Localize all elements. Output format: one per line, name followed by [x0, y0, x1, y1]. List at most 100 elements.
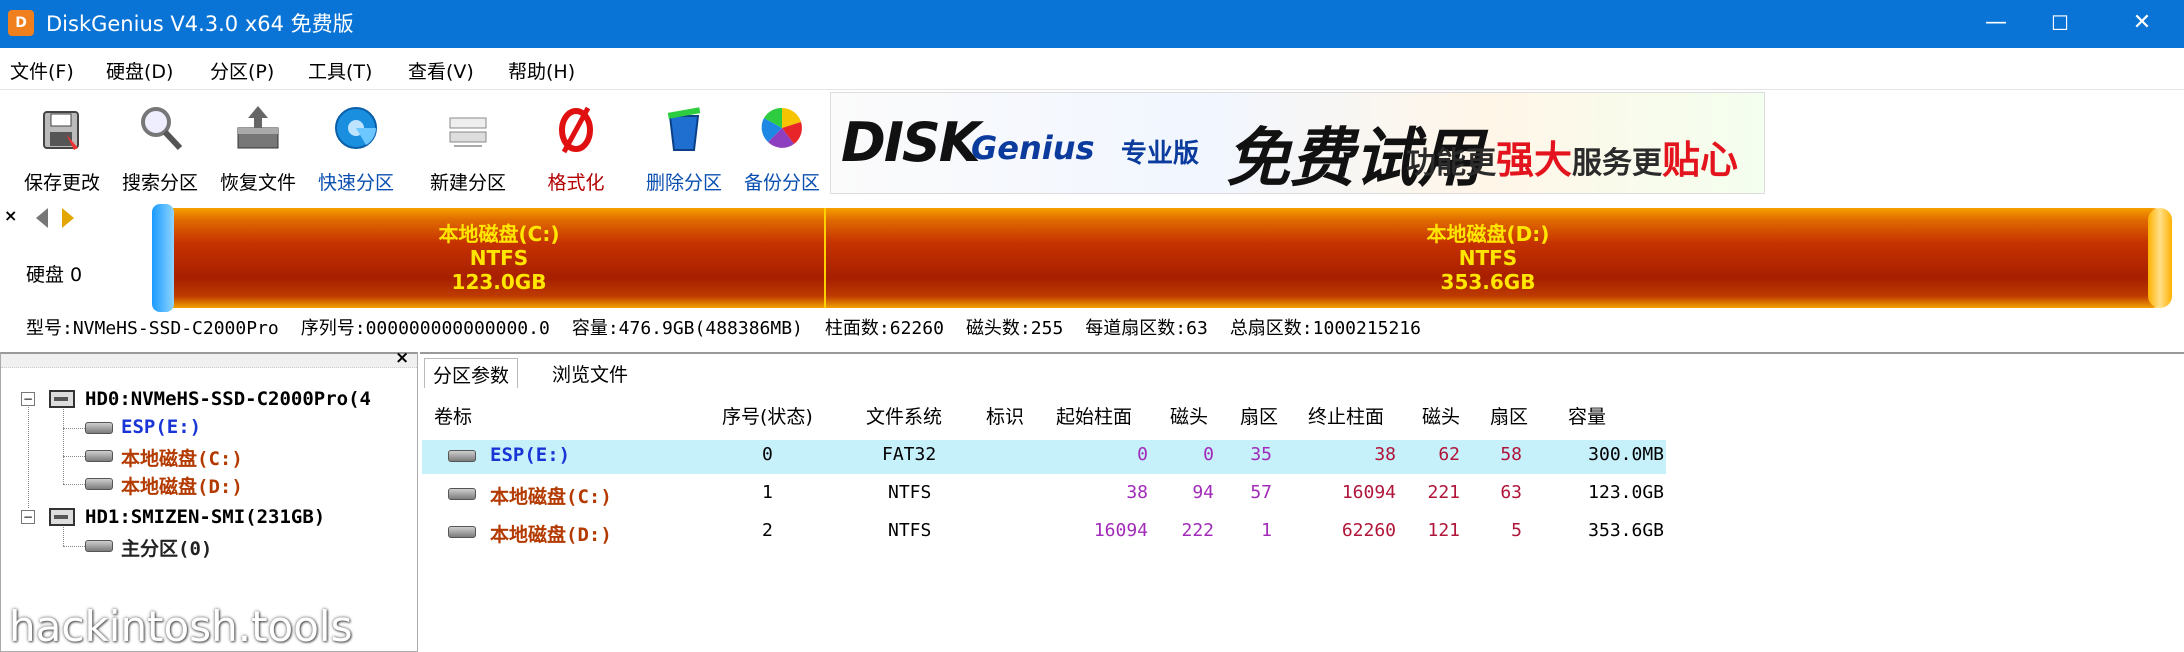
new-partition-button[interactable]: 新建分区	[420, 102, 516, 194]
pro-edition-banner[interactable]: DISK Genius 专业版 免费试用 功能更强大服务更贴心	[830, 92, 1765, 194]
new-partition-icon	[449, 117, 487, 147]
close-icon[interactable]: ×	[395, 348, 409, 368]
row-seq: 0	[762, 444, 773, 465]
tree-disk-hd0[interactable]: HD0:NVMeHS-SSD-C2000Pro(4	[85, 388, 371, 410]
partition-params-panel: 分区参数 浏览文件 卷标 序号(状态) 文件系统 标识 起始柱面 磁头 扇区 终…	[420, 352, 2184, 652]
partition-segment-d[interactable]: 本地磁盘(D:) NTFS 353.6GB	[826, 208, 2150, 308]
disk-bar-end-cap	[2148, 208, 2172, 308]
banner-slogan-red2: 贴心	[1662, 138, 1739, 182]
menu-bar: 文件(F) 硬盘(D) 分区(P) 工具(T) 查看(V) 帮助(H)	[0, 48, 2184, 90]
minimize-button[interactable]: —	[1960, 0, 2032, 48]
tree-partition-c[interactable]: 本地磁盘(C:)	[121, 444, 243, 471]
toolbar-label: 格式化	[547, 172, 605, 194]
tab-browse-files[interactable]: 浏览文件	[544, 358, 636, 388]
disk-total-sectors: 总扇区数:1000215216	[1229, 318, 1422, 339]
esp-partition-segment[interactable]	[152, 204, 174, 312]
partition-name: 本地磁盘(C:)	[438, 222, 560, 246]
row-start-cyl: 38	[1126, 482, 1148, 503]
banner-logo: DISK	[841, 111, 981, 174]
collapse-toggle[interactable]: −	[21, 510, 35, 524]
tree-line	[28, 400, 29, 508]
disk-map-panel: × 硬盘 0 本地磁盘(C:) NTFS 123.0GB 本地磁盘(D:) NT…	[0, 198, 2184, 348]
format-icon	[559, 106, 593, 154]
disk-info: 型号:NVMeHS-SSD-C2000Pro 序列号:00000000000000…	[26, 314, 1443, 340]
tree-line	[63, 456, 85, 457]
tree-partition-esp[interactable]: ESP(E:)	[121, 416, 201, 438]
quick-partition-icon	[335, 107, 377, 149]
previous-disk-icon[interactable]	[36, 208, 48, 228]
search-partition-button[interactable]: 搜索分区	[112, 102, 208, 194]
partition-icon	[85, 478, 113, 490]
row-end-cyl: 62260	[1341, 520, 1396, 541]
row-name[interactable]: 本地磁盘(D:)	[490, 520, 612, 547]
row-fs: FAT32	[882, 444, 937, 465]
tree-partition-primary[interactable]: 主分区(0)	[121, 534, 212, 561]
column-header-end-head[interactable]: 磁头	[1422, 402, 1460, 429]
disk-tree-panel: × − HD0:NVMeHS-SSD-C2000Pro(4 ESP(E:) 本地…	[0, 348, 418, 652]
column-header-start-head[interactable]: 磁头	[1170, 402, 1208, 429]
menu-tools[interactable]: 工具(T)	[308, 57, 372, 84]
disk-serial: 序列号:000000000000000.0	[300, 318, 550, 339]
column-header-id[interactable]: 标识	[986, 402, 1024, 429]
row-end-sec: 63	[1500, 482, 1522, 503]
close-icon[interactable]: ×	[4, 206, 17, 225]
partition-icon	[448, 450, 476, 462]
tree-header	[1, 354, 417, 368]
column-header-label[interactable]: 卷标	[434, 402, 472, 429]
hard-disk-icon	[49, 508, 75, 526]
disk-partition-bar[interactable]: 本地磁盘(C:) NTFS 123.0GB 本地磁盘(D:) NTFS 353.…	[152, 208, 2172, 308]
tree-line	[63, 428, 85, 429]
disk-label: 硬盘 0	[26, 264, 83, 286]
row-name[interactable]: ESP(E:)	[490, 444, 570, 466]
row-seq: 2	[762, 520, 773, 541]
row-start-head: 0	[1203, 444, 1214, 465]
close-button[interactable]: ✕	[2106, 0, 2178, 48]
column-header-end-cyl[interactable]: 终止柱面	[1308, 402, 1384, 429]
row-end-sec: 58	[1500, 444, 1522, 465]
row-end-head: 221	[1427, 482, 1460, 503]
disk-cylinders: 柱面数:62260	[824, 318, 944, 339]
toolbar-label: 保存更改	[23, 172, 100, 194]
partition-icon	[85, 540, 113, 552]
column-header-size[interactable]: 容量	[1568, 402, 1606, 429]
partition-icon	[85, 450, 113, 462]
column-header-seq[interactable]: 序号(状态)	[722, 402, 813, 429]
toolbar-label: 恢复文件	[219, 172, 296, 194]
restore-files-button[interactable]: 恢复文件	[210, 102, 306, 194]
disk-sectors-per-track: 每道扇区数:63	[1085, 318, 1208, 339]
menu-view[interactable]: 查看(V)	[408, 57, 474, 84]
next-disk-icon[interactable]	[62, 208, 74, 228]
row-fs: NTFS	[888, 520, 932, 541]
toolbar-label: 搜索分区	[121, 172, 198, 194]
menu-disk[interactable]: 硬盘(D)	[106, 57, 173, 84]
row-name[interactable]: 本地磁盘(C:)	[490, 482, 612, 509]
backup-partition-button[interactable]: 备份分区	[734, 102, 830, 194]
delete-partition-button[interactable]: 删除分区	[636, 102, 732, 194]
save-changes-button[interactable]: 保存更改	[14, 102, 110, 194]
column-header-start-cyl[interactable]: 起始柱面	[1056, 402, 1132, 429]
tab-partition-params[interactable]: 分区参数	[424, 358, 519, 388]
menu-partition[interactable]: 分区(P)	[210, 57, 274, 84]
partition-size: 123.0GB	[451, 270, 547, 294]
maximize-button[interactable]: ☐	[2024, 0, 2096, 48]
quick-partition-button[interactable]: 快速分区	[308, 102, 404, 194]
column-header-start-sec[interactable]: 扇区	[1240, 402, 1278, 429]
column-header-fs[interactable]: 文件系统	[866, 402, 942, 429]
collapse-toggle[interactable]: −	[21, 392, 35, 406]
row-start-cyl: 0	[1137, 444, 1148, 465]
column-header-end-sec[interactable]: 扇区	[1490, 402, 1528, 429]
menu-help[interactable]: 帮助(H)	[508, 57, 575, 84]
backup-icon	[761, 107, 802, 148]
tree-line	[63, 546, 85, 547]
tree-partition-d[interactable]: 本地磁盘(D:)	[121, 472, 243, 499]
row-size: 353.6GB	[1588, 520, 1664, 541]
format-button[interactable]: 格式化	[528, 102, 624, 194]
row-start-sec: 57	[1250, 482, 1272, 503]
tree-disk-hd1[interactable]: HD1:SMIZEN-SMI(231GB)	[85, 506, 325, 528]
watermark: hackintosh.tools	[9, 602, 353, 651]
banner-edition: 专业版	[1121, 139, 1200, 169]
partition-segment-c[interactable]: 本地磁盘(C:) NTFS 123.0GB	[174, 208, 824, 308]
disk-heads: 磁头数:255	[965, 318, 1064, 339]
menu-file[interactable]: 文件(F)	[10, 57, 74, 84]
title-bar: D DiskGenius V4.3.0 x64 免费版 — ☐ ✕	[0, 0, 2184, 48]
